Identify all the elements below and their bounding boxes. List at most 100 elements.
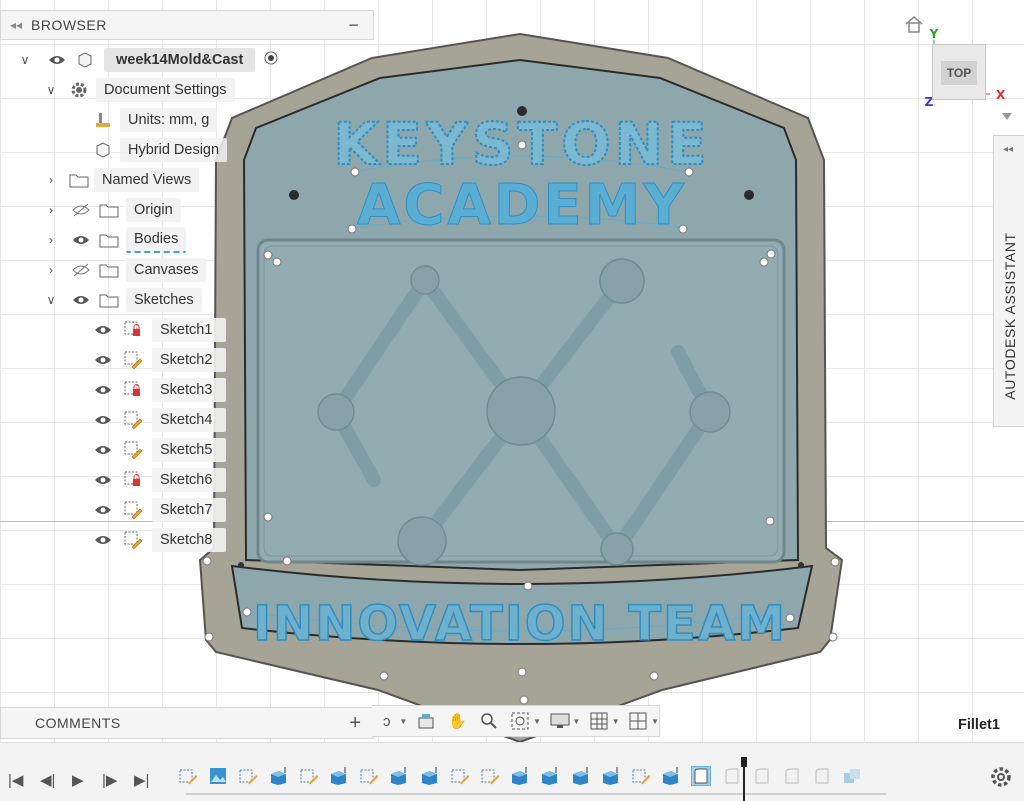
timeline-sketch-icon[interactable] [631,766,651,786]
bodies-label[interactable]: Bodies [126,227,187,253]
eye-icon[interactable] [92,442,114,458]
expand-icon[interactable]: ◂◂ [1003,144,1013,155]
sketch-row[interactable]: Sketch8 [92,527,227,553]
chevron-down-icon[interactable]: ▼ [612,717,620,726]
comments-bar[interactable]: COMMENTS + [0,707,374,739]
collapse-icon[interactable]: ◂◂ [1,18,31,32]
sketch-row[interactable]: Sketch1 [92,317,227,343]
timeline-extrude-icon[interactable] [420,766,440,786]
caret-down-icon[interactable]: ∨ [44,83,58,97]
sketch-row[interactable]: Sketch4 [92,407,227,433]
assistant-label[interactable]: AUTODESK ASSISTANT [1002,232,1018,399]
caret-right-icon[interactable]: › [44,203,58,217]
root-component-label[interactable]: week14Mold&Cast [104,48,256,72]
timeline-extrude-icon[interactable] [329,766,349,786]
sketch-label[interactable]: Sketch5 [152,438,227,462]
timeline-fillet-icon[interactable] [812,766,832,786]
chevron-down-icon[interactable]: ▼ [651,717,659,726]
caret-right-icon[interactable]: › [44,263,58,277]
timeline-play-icon[interactable]: ▶ [72,771,84,789]
sketch-label[interactable]: Sketch2 [152,348,227,372]
eye-icon[interactable] [92,502,114,518]
canvases-label[interactable]: Canvases [126,258,207,282]
timeline-first-icon[interactable]: |◀ [8,771,23,789]
eye-icon[interactable] [70,292,92,308]
timeline-sketch-icon[interactable] [299,766,319,786]
tree-origin[interactable]: › Origin [44,197,181,223]
sketch-label[interactable]: Sketch7 [152,498,227,522]
view-cube[interactable]: TOP [932,44,986,100]
timeline-extrude-icon[interactable] [510,766,530,786]
orbit-icon[interactable]: ↄ [374,709,399,733]
tree-document-settings[interactable]: ∨ Document Settings [44,77,235,103]
timeline-marker[interactable] [741,757,747,801]
caret-right-icon[interactable]: › [44,233,58,247]
eye-icon[interactable] [92,532,114,548]
zoom-icon[interactable] [476,709,501,733]
units-label[interactable]: Units: mm, g [120,108,218,132]
timeline-extrude-icon[interactable] [269,766,289,786]
add-comment-button[interactable]: + [349,712,361,735]
timeline-prev-icon[interactable]: ◀| [40,771,55,789]
timeline-last-icon[interactable]: ▶| [134,771,149,789]
eye-icon[interactable] [92,472,114,488]
activate-radio[interactable] [263,50,279,70]
viewports-icon[interactable] [626,709,651,733]
chevron-down-icon[interactable]: ▼ [399,717,407,726]
timeline-sketch-icon[interactable] [178,766,198,786]
timeline-fillet-icon[interactable] [722,766,742,786]
tree-root[interactable]: ∨ week14Mold&Cast [18,47,279,73]
view-cube-face[interactable]: TOP [941,61,977,85]
sketch-label[interactable]: Sketch6 [152,468,227,492]
timeline-fillet-icon[interactable] [752,766,772,786]
eye-hidden-icon[interactable] [70,202,92,218]
timeline-track[interactable] [186,793,886,795]
sketch-label[interactable]: Sketch8 [152,528,227,552]
timeline-sketch-icon[interactable] [480,766,500,786]
eye-icon[interactable] [92,322,114,338]
timeline-canvas-icon[interactable] [208,766,228,786]
tree-units[interactable]: Units: mm, g [92,107,218,133]
sketch-label[interactable]: Sketch1 [152,318,227,342]
caret-down-icon[interactable]: ∨ [18,53,32,67]
grid-icon[interactable] [586,709,611,733]
caret-right-icon[interactable]: › [44,173,58,187]
pan-icon[interactable]: ✋ [445,709,470,733]
timeline-extrude-icon[interactable] [389,766,409,786]
eye-icon[interactable] [92,352,114,368]
tree-sketches[interactable]: ∨ Sketches [44,287,202,313]
sketch-row[interactable]: Sketch7 [92,497,227,523]
chevron-down-icon[interactable]: ▼ [533,717,541,726]
timeline-extrude-icon[interactable] [540,766,560,786]
eye-icon[interactable] [92,382,114,398]
hybrid-design-label[interactable]: Hybrid Design [120,138,228,162]
sketch-row[interactable]: Sketch5 [92,437,227,463]
tree-canvases[interactable]: › Canvases [44,257,207,283]
timeline-next-icon[interactable]: |▶ [102,771,117,789]
timeline-fillet-icon[interactable] [691,766,712,786]
timeline-extrude-icon[interactable] [601,766,621,786]
eye-icon[interactable] [70,232,92,248]
sketch-row[interactable]: Sketch6 [92,467,227,493]
assistant-panel-tab[interactable]: ◂◂ AUTODESK ASSISTANT [993,135,1024,427]
tree-bodies[interactable]: › Bodies [44,227,187,253]
timeline-extrude-icon[interactable] [661,766,681,786]
tree-hybrid-design[interactable]: Hybrid Design [92,137,228,163]
caret-down-icon[interactable]: ∨ [44,293,58,307]
browser-header[interactable]: ◂◂ BROWSER − [0,10,374,40]
display-settings-icon[interactable] [547,709,572,733]
timeline-fillet-icon[interactable] [782,766,802,786]
timeline-sketch-icon[interactable] [359,766,379,786]
sketch-row[interactable]: Sketch2 [92,347,227,373]
sketches-label[interactable]: Sketches [126,288,202,312]
sketch-label[interactable]: Sketch4 [152,408,227,432]
eye-icon[interactable] [46,52,68,68]
timeline-combine-icon[interactable] [842,766,862,786]
timeline-extrude-icon[interactable] [571,766,591,786]
chevron-down-icon[interactable]: ▼ [572,717,580,726]
timeline-sketch-icon[interactable] [450,766,470,786]
origin-label[interactable]: Origin [126,198,181,222]
sketch-label[interactable]: Sketch3 [152,378,227,402]
eye-hidden-icon[interactable] [70,262,92,278]
eye-icon[interactable] [92,412,114,428]
